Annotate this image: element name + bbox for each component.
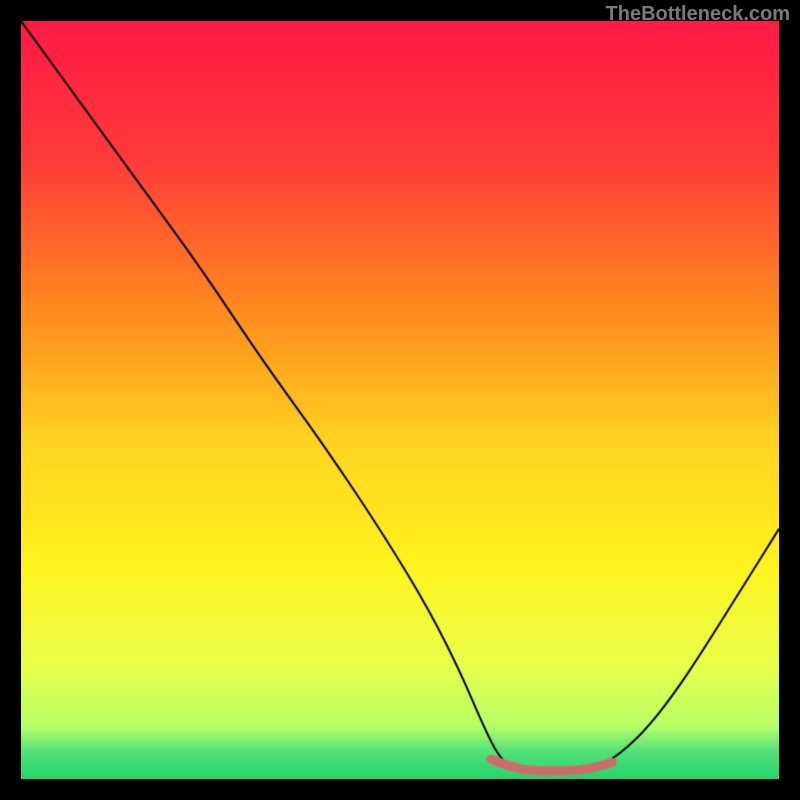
watermark-text: TheBottleneck.com <box>606 3 790 26</box>
chart-frame: TheBottleneck.com <box>0 0 800 800</box>
plot-area <box>21 21 779 779</box>
bottleneck-curve <box>21 21 779 779</box>
